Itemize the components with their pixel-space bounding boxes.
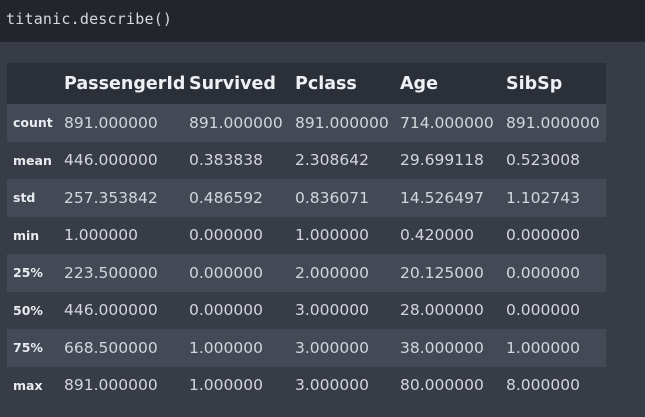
table-cell: 8.000000 bbox=[506, 376, 580, 395]
table-row: mean 446.000000 0.383838 2.308642 29.699… bbox=[7, 141, 606, 179]
column-header: SibSp bbox=[506, 73, 563, 94]
table-cell: 2.308642 bbox=[295, 151, 369, 170]
table-cell: 2.000000 bbox=[295, 263, 369, 282]
table-cell: 1.000000 bbox=[64, 226, 138, 245]
table-body: count 891.000000 891.000000 891.000000 7… bbox=[7, 104, 606, 404]
code-cell[interactable]: titanic.describe() bbox=[0, 0, 645, 42]
table-cell: 891.000000 bbox=[189, 113, 283, 132]
table-row: std 257.353842 0.486592 0.836071 14.5264… bbox=[7, 179, 606, 217]
table-cell: 891.000000 bbox=[64, 113, 158, 132]
column-header: Pclass bbox=[295, 73, 357, 94]
table-cell: 0.000000 bbox=[506, 301, 580, 320]
table-cell: 714.000000 bbox=[400, 113, 494, 132]
table-cell: 0.486592 bbox=[189, 188, 263, 207]
table-cell: 0.000000 bbox=[506, 226, 580, 245]
row-label: std bbox=[13, 190, 36, 206]
table-cell: 80.000000 bbox=[400, 376, 484, 395]
table-cell: 28.000000 bbox=[400, 301, 484, 320]
describe-table: PassengerId Survived Pclass Age SibSp co… bbox=[7, 63, 606, 404]
table-cell: 446.000000 bbox=[64, 151, 158, 170]
header-row: PassengerId Survived Pclass Age SibSp bbox=[7, 63, 606, 104]
table-cell: 446.000000 bbox=[64, 301, 158, 320]
column-header: Age bbox=[400, 73, 438, 94]
table-cell: 891.000000 bbox=[295, 113, 389, 132]
table-cell: 1.000000 bbox=[189, 338, 263, 357]
table-cell: 891.000000 bbox=[64, 376, 158, 395]
column-header: Survived bbox=[189, 73, 276, 94]
code-source[interactable]: titanic.describe() bbox=[6, 10, 172, 28]
table-cell: 0.000000 bbox=[189, 301, 263, 320]
table-cell: 891.000000 bbox=[506, 113, 600, 132]
table-row: min 1.000000 0.000000 1.000000 0.420000 … bbox=[7, 216, 606, 254]
table-cell: 257.353842 bbox=[64, 188, 158, 207]
table-cell: 0.000000 bbox=[189, 263, 263, 282]
table-row: 25% 223.500000 0.000000 2.000000 20.1250… bbox=[7, 254, 606, 292]
table-cell: 1.102743 bbox=[506, 188, 580, 207]
row-label: 25% bbox=[13, 265, 43, 281]
table-row: 75% 668.500000 1.000000 3.000000 38.0000… bbox=[7, 329, 606, 367]
table-cell: 0.383838 bbox=[189, 151, 263, 170]
table-cell: 14.526497 bbox=[400, 188, 484, 207]
table-cell: 3.000000 bbox=[295, 301, 369, 320]
column-header: PassengerId bbox=[64, 73, 186, 94]
table-cell: 1.000000 bbox=[295, 226, 369, 245]
table-row: 50% 446.000000 0.000000 3.000000 28.0000… bbox=[7, 291, 606, 329]
output-area: PassengerId Survived Pclass Age SibSp co… bbox=[0, 42, 645, 417]
table-cell: 0.836071 bbox=[295, 188, 369, 207]
table-cell: 1.000000 bbox=[506, 338, 580, 357]
table-cell: 1.000000 bbox=[189, 376, 263, 395]
table-row: count 891.000000 891.000000 891.000000 7… bbox=[7, 104, 606, 142]
row-label: min bbox=[13, 227, 40, 243]
table-cell: 0.000000 bbox=[189, 226, 263, 245]
table-cell: 0.523008 bbox=[506, 151, 580, 170]
table-cell: 38.000000 bbox=[400, 338, 484, 357]
table-cell: 0.000000 bbox=[506, 263, 580, 282]
index-header bbox=[7, 63, 64, 104]
table-row: max 891.000000 1.000000 3.000000 80.0000… bbox=[7, 366, 606, 404]
row-label: 75% bbox=[13, 340, 43, 356]
table-header: PassengerId Survived Pclass Age SibSp bbox=[7, 63, 606, 104]
row-label: max bbox=[13, 377, 43, 393]
table-cell: 20.125000 bbox=[400, 263, 484, 282]
table-cell: 3.000000 bbox=[295, 338, 369, 357]
table-cell: 223.500000 bbox=[64, 263, 158, 282]
table-cell: 668.500000 bbox=[64, 338, 158, 357]
row-label: 50% bbox=[13, 302, 43, 318]
table-cell: 29.699118 bbox=[400, 151, 484, 170]
table-cell: 0.420000 bbox=[400, 226, 474, 245]
row-label: count bbox=[13, 115, 53, 131]
row-label: mean bbox=[13, 152, 52, 168]
table-cell: 3.000000 bbox=[295, 376, 369, 395]
